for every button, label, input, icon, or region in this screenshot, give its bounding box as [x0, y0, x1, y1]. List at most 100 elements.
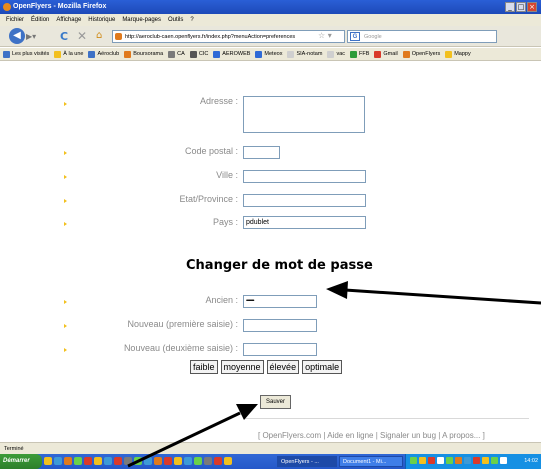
bookmark-item[interactable]: Boursorama — [124, 50, 163, 58]
tray-icon[interactable] — [419, 457, 426, 464]
menu-edition[interactable]: Édition — [31, 17, 49, 23]
quick-launch-icon[interactable] — [224, 457, 232, 465]
tray-icon[interactable] — [437, 457, 444, 464]
quick-launch-icon[interactable] — [84, 457, 92, 465]
quick-launch-icon[interactable] — [184, 457, 192, 465]
address-textarea[interactable] — [243, 96, 365, 133]
close-button[interactable]: × — [527, 2, 537, 12]
tray-icon[interactable] — [410, 457, 417, 464]
taskbar-task-word[interactable]: Document1 - Mi... — [339, 456, 403, 467]
taskbar-task-label: OpenFlyers - ... — [281, 459, 319, 465]
bookmark-icon — [287, 50, 295, 58]
bookmark-item[interactable]: AEROWEB — [213, 50, 250, 58]
bookmark-label: Les plus visités — [12, 51, 50, 57]
bookmark-item[interactable]: Aéroclub — [88, 50, 119, 58]
menu-outils[interactable]: Outils — [168, 17, 183, 23]
bookmark-label: Meteox — [264, 51, 283, 57]
quick-launch-icon[interactable] — [104, 457, 112, 465]
quick-launch-icon[interactable] — [194, 457, 202, 465]
bookmark-item[interactable]: CIC — [189, 50, 208, 58]
bookmark-label: CA — [177, 51, 185, 57]
postal-code-label: Code postal : — [184, 146, 238, 156]
bookmark-icon — [124, 50, 132, 58]
city-input[interactable] — [243, 170, 366, 183]
menu-fichier[interactable]: Fichier — [6, 17, 24, 23]
tray-icon[interactable] — [455, 457, 462, 464]
old-password-input[interactable]: •••••••••• — [243, 295, 317, 308]
bookmark-icon — [3, 50, 10, 58]
bookmark-star-icon[interactable]: ☆ ▾ — [318, 31, 332, 40]
forward-dropdown-icon[interactable]: ▶▾ — [26, 32, 36, 41]
save-button[interactable]: Sauver — [260, 395, 291, 409]
bookmark-item[interactable]: Mappy — [445, 50, 471, 58]
url-bar[interactable]: http://aeroclub-caen.openflyers.fr/index… — [112, 30, 345, 43]
quick-launch-icon[interactable] — [174, 457, 182, 465]
tray-icon[interactable] — [464, 457, 471, 464]
bookmark-item[interactable]: Les plus visités — [3, 50, 50, 58]
quick-launch-icon[interactable] — [114, 457, 122, 465]
menu-marque-pages[interactable]: Marque-pages — [122, 17, 161, 23]
quick-launch-icon[interactable] — [164, 457, 172, 465]
tray-icon[interactable] — [491, 457, 498, 464]
navigation-toolbar: ◀ ▶▾ C ✕ ⌂ http://aeroclub-caen.openflye… — [0, 26, 541, 47]
quick-launch-icon[interactable] — [74, 457, 82, 465]
home-icon[interactable]: ⌂ — [96, 30, 102, 41]
bookmark-item[interactable]: CA — [168, 50, 185, 58]
taskbar-task-firefox[interactable]: OpenFlyers - ... — [277, 456, 337, 467]
bookmark-item[interactable]: Meteox — [255, 50, 283, 58]
url-text: http://aeroclub-caen.openflyers.fr/index… — [125, 34, 296, 40]
state-input[interactable] — [243, 194, 366, 207]
bullet-icon — [64, 222, 67, 226]
quick-launch-icon[interactable] — [54, 457, 62, 465]
window-title: OpenFlyers - Mozilla Firefox — [13, 3, 107, 10]
status-bar: Terminé — [0, 442, 541, 454]
quick-launch-icon[interactable] — [134, 457, 142, 465]
bookmark-item[interactable]: vac — [327, 50, 345, 58]
strength-high-button[interactable]: élevée — [266, 360, 300, 374]
bookmark-label: SIA-notam — [296, 51, 323, 57]
postal-code-input[interactable] — [243, 146, 280, 159]
quick-launch-icon[interactable] — [94, 457, 102, 465]
bookmark-icon — [350, 50, 358, 58]
bookmark-icon — [213, 50, 221, 58]
country-input[interactable]: pdublet — [243, 216, 366, 229]
quick-launch-icon[interactable] — [144, 457, 152, 465]
back-arrow-icon[interactable]: ◀ — [9, 28, 25, 44]
password-strength-buttons: faible moyenne élevée optimale — [190, 360, 343, 374]
quick-launch-icon[interactable] — [204, 457, 212, 465]
menu-help[interactable]: ? — [190, 17, 193, 23]
tray-icon[interactable] — [500, 457, 507, 464]
strength-weak-button[interactable]: faible — [190, 360, 218, 374]
quick-launch-icon[interactable] — [154, 457, 162, 465]
strength-optimal-button[interactable]: optimale — [302, 360, 343, 374]
strength-medium-button[interactable]: moyenne — [220, 360, 264, 374]
tray-icon[interactable] — [446, 457, 453, 464]
reload-icon[interactable]: C — [60, 30, 68, 43]
bookmark-item[interactable]: À la une — [54, 50, 83, 58]
quick-launch-icon[interactable] — [44, 457, 52, 465]
bookmark-item[interactable]: FFB — [350, 50, 370, 58]
stop-icon[interactable]: ✕ — [77, 29, 87, 43]
bookmark-label: FFB — [359, 51, 370, 57]
new-password-1-input[interactable] — [243, 319, 317, 332]
tray-icon[interactable] — [473, 457, 480, 464]
tray-icon[interactable] — [482, 457, 489, 464]
footer-links[interactable]: [ OpenFlyers.com | Aide en ligne | Signa… — [258, 431, 485, 440]
quick-launch-icon[interactable] — [214, 457, 222, 465]
taskbar-task-label: Document1 - Mi... — [343, 459, 387, 465]
new-password-2-input[interactable] — [243, 343, 317, 356]
bookmark-item[interactable]: Gmail — [374, 50, 398, 58]
menu-affichage[interactable]: Affichage — [56, 17, 81, 23]
quick-launch-icon[interactable] — [124, 457, 132, 465]
bullet-icon — [64, 300, 67, 304]
bookmark-item[interactable]: SIA-notam — [287, 50, 323, 58]
minimize-button[interactable]: _ — [505, 2, 515, 12]
menu-historique[interactable]: Historique — [88, 17, 115, 23]
start-button[interactable]: Démarrer — [0, 454, 42, 469]
maximize-button[interactable]: □ — [516, 2, 526, 12]
search-input[interactable]: G Google — [347, 30, 497, 43]
tray-icon[interactable] — [428, 457, 435, 464]
quick-launch-icon[interactable] — [64, 457, 72, 465]
bullet-icon — [64, 199, 67, 203]
bookmark-item[interactable]: OpenFlyers — [402, 50, 440, 58]
